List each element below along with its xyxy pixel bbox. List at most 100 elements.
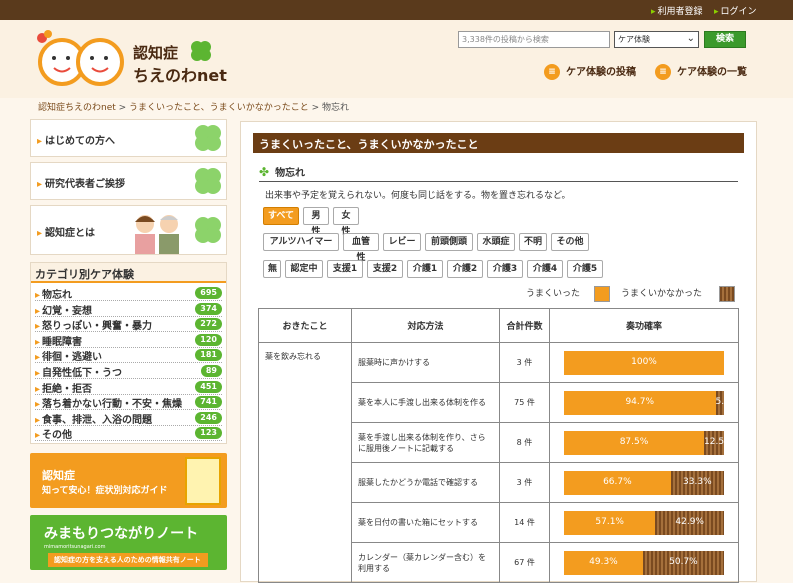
category-item[interactable]: 怒りっぽい・興奮・暴力 272 — [35, 317, 222, 333]
category-item[interactable]: 自発性低下・うつ 89 — [35, 364, 222, 379]
method-cell[interactable]: 薬を手渡し出来る体制を作り、さらに服用後ノートに記載する — [351, 422, 500, 463]
filter-button[interactable]: その他 — [551, 233, 589, 251]
category-item[interactable]: 落ち着かない行動・不安・焦燥 741 — [35, 395, 222, 411]
category-count-badge: 181 — [195, 349, 222, 362]
bar-label-ok: 57.1% — [595, 516, 624, 527]
bar-segment-ng: 42.9% — [655, 510, 724, 535]
search-select-value: ケア体験 — [618, 35, 650, 44]
results-table: おきたこと 対応方法 合計件数 奏功確率 薬を飲み忘れる 服薬時に声かけする 3 件… — [258, 308, 739, 583]
rate-cell: 94.7% 5.3% — [549, 382, 739, 423]
category-count-badge: 246 — [195, 411, 222, 424]
filter-button[interactable]: 認定中 — [285, 260, 323, 278]
register-link[interactable]: 利用者登録 — [651, 4, 703, 17]
header-cause: おきたこと — [258, 308, 352, 343]
elderly-people-illustration — [135, 215, 179, 254]
count-cell: 3 件 — [499, 342, 550, 383]
filter-button[interactable]: 支援2 — [367, 260, 403, 278]
category-item[interactable]: 物忘れ 695 — [35, 286, 222, 301]
mimamori-note-banner[interactable]: みまもりつながりノート mimamoritsunagari.com 認知症の方を… — [30, 515, 227, 570]
category-label: 物忘れ — [35, 290, 72, 301]
success-rate-bar: 66.7% 33.3% — [564, 470, 724, 495]
sidebar-about-dementia-button[interactable]: 認知症とは — [30, 205, 227, 255]
filter-button[interactable]: アルツハイマー — [263, 233, 339, 251]
success-rate-bar: 94.7% 5.3% — [564, 390, 738, 415]
method-cell[interactable]: カレンダー（薬カレンダー含む）を利用する — [351, 542, 500, 583]
filter-button[interactable]: 不明 — [519, 233, 547, 251]
rate-cell: 57.1% 42.9% — [549, 502, 739, 543]
method-cell[interactable]: 薬を本人に手渡し出来る体制を作る — [351, 382, 500, 423]
category-item[interactable]: 食事、排泄、入浴の問題 246 — [35, 411, 222, 426]
filter-button[interactable]: 水頭症 — [477, 233, 515, 251]
filter-button[interactable]: 介護1 — [407, 260, 443, 278]
bar-label-ng: 42.9% — [675, 516, 704, 527]
category-item[interactable]: その他 123 — [35, 426, 222, 442]
header-success-rate: 奏功確率 — [549, 308, 739, 343]
legend-ok-swatch — [594, 286, 610, 302]
bar-label-ok: 87.5% — [619, 436, 649, 447]
bar-segment-ng: 33.3% — [670, 470, 724, 495]
filter-button[interactable]: 介護3 — [487, 260, 523, 278]
sidebar-button-label: 研究代表者ご挨拶 — [37, 175, 125, 190]
category-count-badge: 695 — [195, 287, 222, 299]
filter-button[interactable]: 男性 — [303, 207, 329, 237]
search-button[interactable]: 検索 — [704, 31, 746, 48]
category-count-badge: 451 — [195, 380, 222, 393]
logo-icon[interactable] — [34, 30, 129, 88]
breadcrumb-parent[interactable]: うまくいったこと、うまくいかなかったこと — [129, 103, 309, 113]
clover-icon — [195, 217, 221, 243]
sidebar-greeting-button[interactable]: 研究代表者ご挨拶 — [30, 162, 227, 200]
filter-button[interactable]: 介護5 — [567, 260, 603, 278]
method-cell[interactable]: 服薬時に声かけする — [351, 342, 500, 383]
count-cell: 75 件 — [499, 382, 550, 423]
chevron-down-icon: ⌄ — [686, 33, 695, 44]
category-item[interactable]: 幻覚・妄想 374 — [35, 302, 222, 317]
category-item[interactable]: 拒絶・拒否 451 — [35, 380, 222, 395]
filter-button[interactable]: 女性 — [333, 207, 359, 237]
category-title: カテゴリ別ケア体験 — [31, 263, 226, 283]
bar-segment-ng: 12.5% — [704, 430, 733, 455]
experience-list-link[interactable]: ≡ ケア体験の一覧 — [655, 63, 747, 80]
filter-button[interactable]: レビー — [383, 233, 421, 251]
category-label: 徘徊・逃避い — [35, 352, 102, 363]
clover-icon — [191, 41, 211, 61]
filter-button[interactable]: 支援1 — [327, 260, 363, 278]
category-count-badge: 89 — [200, 365, 222, 377]
filter-button[interactable]: 介護4 — [527, 260, 563, 278]
breadcrumb-current: 物忘れ — [321, 103, 349, 113]
breadcrumb-sep: > — [308, 103, 322, 113]
banner-subtitle: 知って安心！症状別対応ガイド — [42, 486, 168, 496]
cause-cell: 薬を飲み忘れる — [258, 342, 352, 583]
bar-segment-ok: 66.7% — [564, 470, 671, 495]
method-cell[interactable]: 薬を日付の書いた箱にセットする — [351, 502, 500, 543]
filter-button[interactable]: 介護2 — [447, 260, 483, 278]
category-count-badge: 123 — [195, 427, 222, 440]
method-cell[interactable]: 服薬したかどうか電話で確認する — [351, 462, 500, 503]
search-input[interactable]: 3,338件の投稿から検索 — [458, 31, 610, 48]
count-cell: 3 件 — [499, 462, 550, 503]
banner-title: 認知症 — [42, 469, 75, 482]
category-heading: ✤ 物忘れ — [259, 164, 738, 182]
bar-label-ng: 50.7% — [669, 556, 698, 567]
post-experience-link[interactable]: ≡ ケア体験の投稿 — [544, 63, 636, 80]
filter-button[interactable]: 前頭側頭 — [425, 233, 473, 251]
logo-title-line1: 認知症 — [133, 44, 179, 62]
list-label: ケア体験の一覧 — [677, 67, 747, 78]
search-category-select[interactable]: ケア体験 ⌄ — [614, 31, 699, 48]
rate-cell: 100% — [549, 342, 739, 383]
post-icon: ≡ — [544, 64, 560, 80]
banner-url: mimamoritsunagari.com — [44, 544, 106, 550]
category-item[interactable]: 睡眠障害 120 — [35, 333, 222, 348]
filter-button[interactable]: 血管性 — [343, 233, 379, 263]
category-label: 睡眠障害 — [35, 337, 82, 348]
legend-ng-label: うまくいかなかった — [621, 289, 703, 299]
breadcrumb-home[interactable]: 認知症ちえのわnet — [38, 103, 116, 113]
legend-ok-label: うまくいった — [526, 289, 581, 299]
sidebar-beginners-button[interactable]: はじめての方へ — [30, 119, 227, 157]
legend-ng-swatch — [719, 286, 735, 302]
rate-cell: 87.5% 12.5% — [549, 422, 739, 463]
symptom-guide-banner[interactable]: 認知症 知って安心！症状別対応ガイド — [30, 453, 227, 508]
login-link[interactable]: ログイン — [714, 4, 757, 17]
filter-button[interactable]: すべて — [263, 207, 299, 225]
category-item[interactable]: 徘徊・逃避い 181 — [35, 348, 222, 364]
filter-button[interactable]: 無 — [263, 260, 281, 278]
